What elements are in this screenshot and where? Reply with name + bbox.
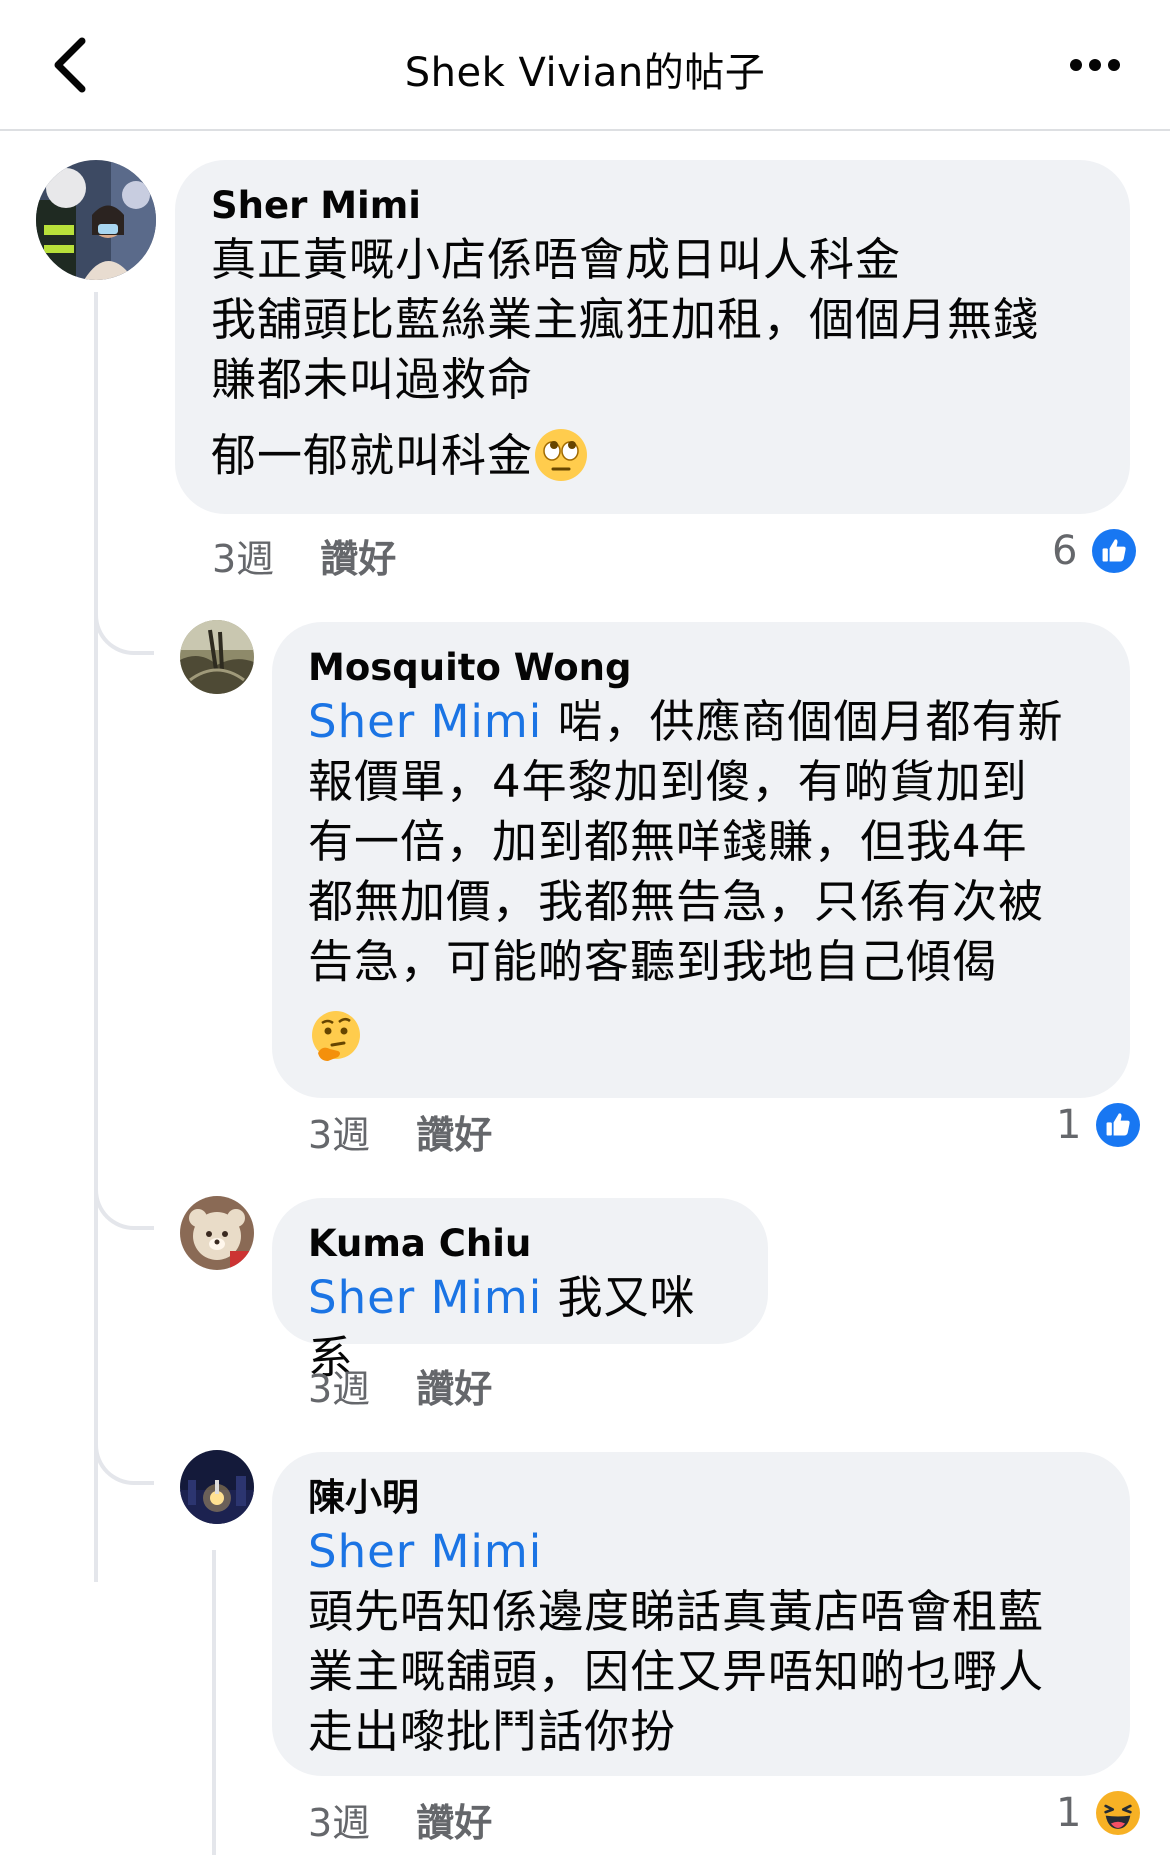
comment-bubble: Sher Mimi 真正黃嘅小店係唔會成日叫人科金 我舖頭比藍絲業主瘋狂加租，個… (175, 160, 1130, 514)
face-with-rolling-eyes-icon (533, 427, 589, 483)
comment-author[interactable]: 陳小明 (308, 1474, 1094, 1522)
comment-actions: 3週 讚好 (212, 528, 396, 583)
haha-icon (1093, 1788, 1144, 1838)
comment-text-line: 走出嚟批鬥話你扮 (308, 1705, 677, 1758)
comment-bubble: 陳小明 Sher Mimi 頭先唔知係邊度睇話真黃店唔會租藍 業主嘅舖頭，因住又… (272, 1452, 1130, 1776)
comment-text-line: 都無加價，我都無告急，只係有次被 (308, 875, 1045, 928)
reaction-summary[interactable]: 6 (1052, 526, 1140, 576)
avatar[interactable] (180, 1196, 254, 1270)
more-icon-dot (1089, 59, 1101, 71)
comment-text-line: 頭先唔知係邊度睇話真黃店唔會租藍 (308, 1585, 1045, 1638)
thread-line (94, 292, 98, 1582)
comment-text-line: 真正黃嘅小店係唔會成日叫人科金 (211, 233, 902, 286)
like-button[interactable]: 讚好 (416, 1792, 492, 1847)
reaction-summary[interactable]: 1 (1056, 1100, 1144, 1150)
like-button[interactable]: 讚好 (416, 1104, 492, 1159)
comment-author[interactable]: Sher Mimi (211, 182, 1094, 230)
comment-text: 啱，供應商個個月都有新 (542, 695, 1064, 748)
comment-text-line: 報價單，4年黎加到傻，有啲貨加到 (308, 755, 1028, 808)
comment-bubble: Mosquito Wong Sher Mimi 啱，供應商個個月都有新 報價單，… (272, 622, 1130, 1098)
comment-bubble: Kuma Chiu Sher Mimi 我又咪系 (272, 1198, 768, 1384)
thread-line (212, 1550, 216, 1855)
mention-link[interactable]: Sher Mimi (308, 695, 542, 748)
comment-text-line: 有一倍，加到都無咩錢賺，但我4年 (308, 815, 1028, 868)
thread-elbow (94, 1390, 154, 1485)
reaction-count: 6 (1052, 528, 1078, 574)
comment-text-line: 告急，可能啲客聽到我地自己傾偈 (308, 935, 999, 988)
comment-text-line: Sher Mimi 啱，供應商個個月都有新 (308, 692, 1094, 752)
comment-time[interactable]: 3週 (212, 528, 274, 583)
more-icon (1070, 59, 1082, 71)
comment-text-line: 賺都未叫過救命 (211, 353, 534, 406)
top-bar: Shek Vivian的帖子 (0, 0, 1170, 131)
comment-text-line: 業主嘅舖頭，因住又畀唔知啲乜嘢人 (308, 1645, 1045, 1698)
like-icon (1089, 526, 1140, 576)
comment-text-line: 我舖頭比藍絲業主瘋狂加租，個個月無錢 (211, 293, 1040, 346)
thinking-face-icon (308, 1009, 364, 1065)
comment-actions: 3週 讚好 (308, 1104, 492, 1159)
mention-link[interactable]: Sher Mimi (308, 1271, 542, 1324)
comment-text-line (308, 1008, 1094, 1068)
comment-actions: 3週 讚好 (308, 1358, 492, 1413)
like-icon (1093, 1100, 1144, 1150)
like-button[interactable]: 讚好 (320, 528, 396, 583)
thread-elbow (94, 560, 154, 655)
avatar[interactable] (180, 1450, 254, 1524)
reaction-summary[interactable]: 1 (1056, 1788, 1144, 1838)
mention-link[interactable]: Sher Mimi (308, 1525, 542, 1578)
more-icon-dot (1108, 59, 1120, 71)
reaction-count: 1 (1056, 1790, 1082, 1836)
comment-text-line: 郁一郁就叫科金 (211, 426, 1094, 486)
avatar[interactable] (180, 620, 254, 694)
comment-time[interactable]: 3週 (308, 1792, 370, 1847)
page-title: Shek Vivian的帖子 (404, 50, 766, 96)
thread-elbow (94, 1135, 154, 1230)
comment-author[interactable]: Kuma Chiu (308, 1220, 732, 1268)
comment-text-line: Sher Mimi (308, 1522, 1094, 1582)
like-button[interactable]: 讚好 (416, 1358, 492, 1413)
reaction-count: 1 (1056, 1102, 1082, 1148)
more-options-button[interactable] (1060, 40, 1130, 90)
comment-time[interactable]: 3週 (308, 1358, 370, 1413)
comment-author[interactable]: Mosquito Wong (308, 644, 1094, 692)
comment-actions: 3週 讚好 (308, 1792, 492, 1847)
comment-time[interactable]: 3週 (308, 1104, 370, 1159)
avatar[interactable] (36, 160, 156, 280)
comment-text: 郁一郁就叫科金 (211, 429, 534, 482)
